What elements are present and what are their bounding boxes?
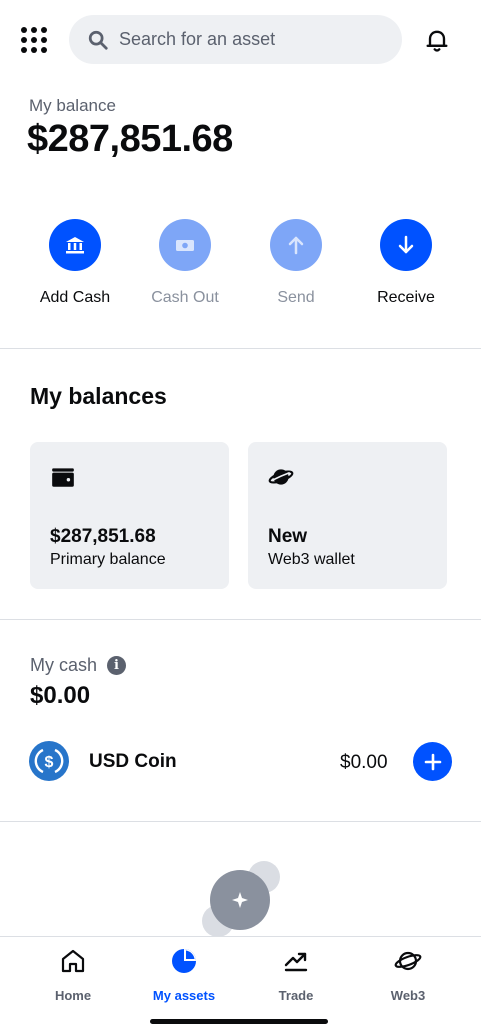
sparkle-illustration-icon	[202, 861, 280, 937]
wallet-icon	[52, 468, 74, 487]
usd-coin-row[interactable]: $ USD Coin $0.00	[0, 737, 481, 789]
add-cash-button[interactable]: Add Cash	[20, 219, 130, 307]
nav-trade-label: Trade	[278, 988, 314, 1003]
search-bar[interactable]	[69, 15, 402, 64]
cash-out-circle[interactable]	[159, 219, 211, 271]
primary-balance-card[interactable]: $287,851.68 Primary balance	[30, 442, 229, 589]
divider	[0, 348, 481, 349]
search-icon	[88, 30, 108, 50]
nav-web3[interactable]: Web3	[358, 947, 458, 1003]
bottom-nav: Home My assets Trade Web3	[0, 936, 481, 1024]
planet-icon	[394, 951, 422, 971]
coin-amount: $0.00	[340, 752, 388, 773]
nav-my-assets-label: My assets	[152, 988, 216, 1003]
my-cash-label: My cash	[30, 655, 98, 675]
cash-icon	[176, 240, 194, 251]
receive-button[interactable]: Receive	[351, 219, 461, 307]
add-coin-button[interactable]	[413, 742, 452, 781]
coin-name: USD Coin	[89, 751, 177, 772]
send-label: Send	[277, 289, 315, 306]
search-input[interactable]	[119, 29, 379, 50]
nav-home-label: Home	[54, 988, 92, 1003]
send-circle[interactable]	[270, 219, 322, 271]
balance-label: My balance	[29, 96, 116, 115]
my-cash-header: My cash i	[30, 655, 127, 676]
my-balances-title: My balances	[30, 383, 167, 409]
nav-trade[interactable]: Trade	[246, 947, 346, 1003]
arrow-up-icon	[288, 236, 304, 255]
pie-chart-icon	[172, 949, 196, 973]
primary-balance-label: Primary balance	[50, 551, 166, 568]
trend-icon	[284, 952, 308, 972]
arrow-down-icon	[398, 235, 414, 254]
divider	[0, 619, 481, 620]
divider	[0, 821, 481, 822]
nav-web3-label: Web3	[390, 988, 426, 1003]
apps-grid-icon[interactable]	[18, 24, 50, 56]
nav-my-assets[interactable]: My assets	[134, 947, 234, 1003]
bell-icon[interactable]	[423, 26, 451, 54]
web3-wallet-value: New	[268, 526, 308, 547]
web3-wallet-card[interactable]: New Web3 wallet	[248, 442, 447, 589]
nav-home[interactable]: Home	[23, 947, 123, 1003]
balance-value: $287,851.68	[27, 118, 233, 160]
home-icon	[61, 949, 85, 973]
quick-actions: Add Cash Cash Out Send Receive	[0, 219, 481, 319]
receive-circle[interactable]	[380, 219, 432, 271]
cash-out-label: Cash Out	[151, 289, 219, 306]
cash-value: $0.00	[30, 682, 91, 709]
send-button[interactable]: Send	[241, 219, 351, 307]
bank-icon	[66, 237, 84, 254]
add-cash-label: Add Cash	[39, 289, 111, 306]
planet-icon	[268, 469, 294, 485]
home-indicator	[150, 1019, 328, 1024]
plus-icon	[424, 753, 441, 770]
info-icon[interactable]: i	[107, 656, 127, 675]
top-bar	[0, 0, 481, 80]
svg-text:$: $	[45, 754, 54, 771]
usdc-icon: $	[29, 741, 69, 781]
add-cash-circle[interactable]	[49, 219, 101, 271]
primary-balance-value: $287,851.68	[50, 526, 156, 547]
web3-wallet-label: Web3 wallet	[268, 551, 355, 568]
cash-out-button[interactable]: Cash Out	[130, 219, 240, 307]
receive-label: Receive	[377, 289, 435, 306]
